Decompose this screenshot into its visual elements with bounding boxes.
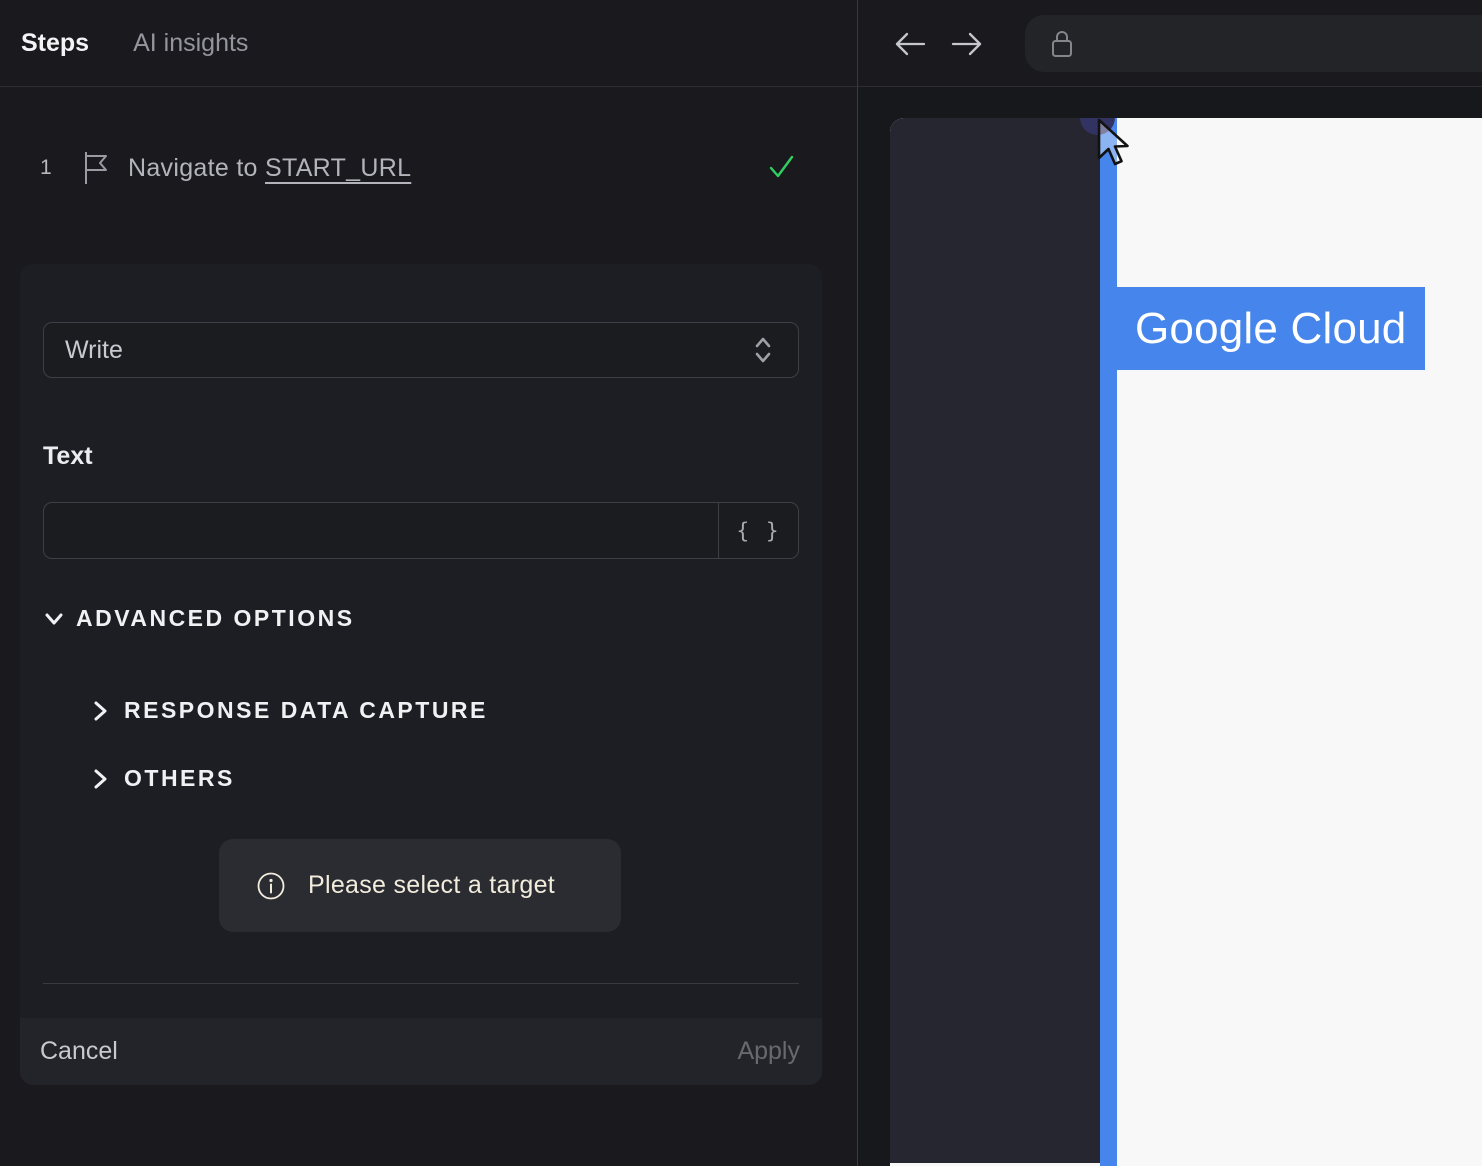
cancel-button[interactable]: Cancel bbox=[40, 1037, 118, 1066]
chevron-right-icon bbox=[94, 701, 107, 720]
tab-ai-insights[interactable]: AI insights bbox=[133, 29, 248, 58]
lock-icon bbox=[1049, 27, 1075, 61]
app-window: Steps AI insights 1 Navigate to START_UR… bbox=[0, 0, 1482, 1166]
browser-toolbar bbox=[858, 0, 1482, 87]
page-highlight-text: Google Cloud bbox=[1135, 303, 1407, 353]
chevron-right-icon bbox=[94, 769, 107, 788]
info-icon bbox=[256, 871, 286, 901]
step-number: 1 bbox=[40, 156, 52, 179]
start-url-link[interactable]: START_URL bbox=[265, 154, 411, 182]
advanced-options-toggle[interactable]: ADVANCED OPTIONS bbox=[43, 605, 355, 632]
apply-button[interactable]: Apply bbox=[737, 1037, 800, 1066]
page-accent-stripe bbox=[1100, 118, 1117, 1166]
text-input[interactable] bbox=[44, 503, 718, 558]
flag-icon bbox=[82, 150, 109, 186]
action-type-select[interactable]: Write bbox=[43, 322, 799, 378]
step-row[interactable]: 1 Navigate to START_URL bbox=[0, 140, 857, 196]
page-viewport: Google Cloud bbox=[890, 118, 1482, 1166]
footer-divider bbox=[43, 983, 799, 984]
others-label: OTHERS bbox=[124, 765, 235, 791]
step-title: Navigate to START_URL bbox=[128, 154, 411, 183]
editor-footer: Cancel Apply bbox=[20, 1018, 822, 1085]
insert-variable-button[interactable]: { } bbox=[718, 503, 798, 558]
arrow-right-icon bbox=[951, 32, 982, 56]
select-target-notice: Please select a target bbox=[219, 839, 621, 932]
cursor-icon bbox=[1093, 118, 1137, 181]
advanced-options-label: ADVANCED OPTIONS bbox=[76, 605, 355, 631]
chevron-down-icon bbox=[45, 613, 63, 624]
step-success-check-icon bbox=[765, 152, 797, 187]
step-title-prefix: Navigate to bbox=[128, 153, 258, 182]
page-highlighted-element[interactable]: Google Cloud bbox=[1117, 287, 1425, 370]
response-data-capture-label: RESPONSE DATA CAPTURE bbox=[124, 697, 488, 723]
tab-steps[interactable]: Steps bbox=[21, 29, 89, 58]
action-type-value: Write bbox=[65, 335, 123, 364]
url-bar[interactable] bbox=[1025, 15, 1482, 72]
chevrons-up-down-icon bbox=[752, 335, 774, 365]
steps-panel: Steps AI insights 1 Navigate to START_UR… bbox=[0, 0, 857, 1166]
forward-button[interactable] bbox=[949, 26, 985, 62]
response-data-capture-toggle[interactable]: RESPONSE DATA CAPTURE bbox=[90, 697, 488, 724]
notice-text: Please select a target bbox=[308, 871, 556, 899]
panel-header: Steps AI insights bbox=[0, 0, 857, 87]
step-editor-card: Write Text { } ADVANCED OPTIONS RESPONSE… bbox=[20, 264, 822, 1085]
text-field-label: Text bbox=[43, 442, 93, 470]
arrow-left-icon bbox=[895, 32, 926, 56]
browser-preview: Google Cloud bbox=[858, 0, 1482, 1166]
text-input-group: { } bbox=[43, 502, 799, 559]
others-toggle[interactable]: OTHERS bbox=[90, 765, 235, 792]
page-sidebar bbox=[890, 118, 1100, 1163]
back-button[interactable] bbox=[892, 26, 928, 62]
